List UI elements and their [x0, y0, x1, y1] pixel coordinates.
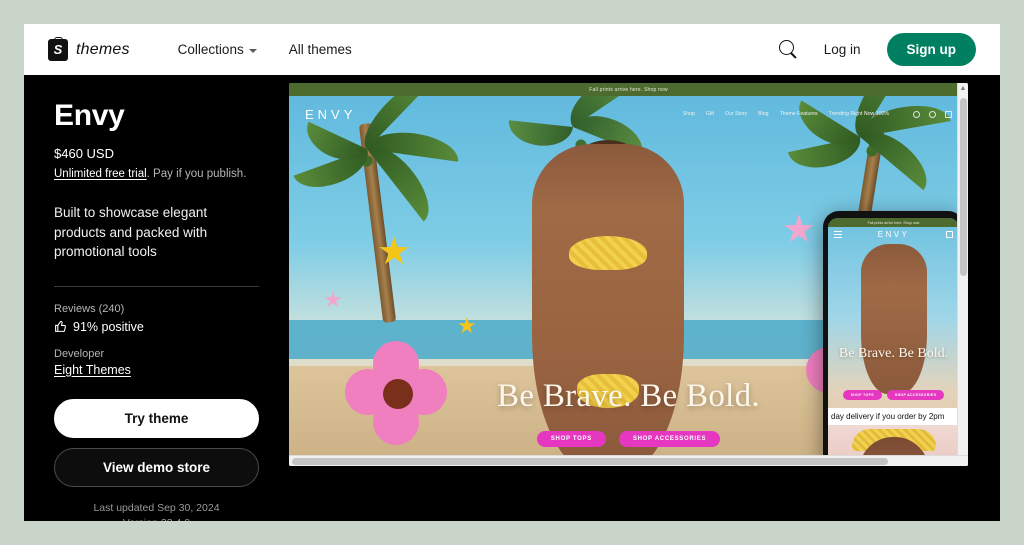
nav-item-all-themes[interactable]: All themes: [289, 42, 352, 57]
desktop-preview[interactable]: ★ ★ ★ ★ ★ Fall prints arrive here. Shop …: [289, 83, 968, 466]
nav-collections-label: Collections: [177, 42, 244, 57]
store-nav-links: Shop Gift Our Story Blog Theme Features …: [683, 110, 952, 118]
store-nav-item-theme-features[interactable]: Theme Features: [780, 111, 818, 117]
try-theme-button[interactable]: Try theme: [54, 398, 259, 438]
theme-tagline: Built to showcase elegant products and p…: [54, 205, 208, 260]
model-bikini-top: [569, 236, 648, 271]
browser-page: S themes Collections All themes Log in S…: [24, 24, 1000, 521]
store-nav-item-blog[interactable]: Blog: [758, 111, 768, 117]
header-actions: Log in Sign up: [778, 33, 976, 66]
star-decor-2: ★: [457, 313, 477, 338]
chevron-down-icon: [248, 48, 257, 53]
mobile-marquee-band: day delivery if you order by 2pm: [828, 408, 959, 425]
page-title: Envy: [54, 99, 125, 132]
shop-accessories-button[interactable]: SHOP ACCESSORIES: [618, 431, 721, 447]
site-header: S themes Collections All themes Log in S…: [24, 24, 1000, 75]
sidebar-divider: [54, 285, 259, 287]
star-decor-3: ★: [781, 209, 816, 251]
mobile-screen: Fall prints arrive here. Shop now ENVY B…: [828, 218, 959, 466]
trial-link[interactable]: Unlimited free trial: [54, 168, 147, 180]
login-link[interactable]: Log in: [824, 42, 861, 57]
store-nav-item-gift[interactable]: Gift: [706, 111, 714, 117]
mobile-hero-buttons: SHOP TOPS SHOP ACCESSORIES: [828, 390, 959, 400]
mobile-shop-tops-button[interactable]: SHOP TOPS: [842, 390, 882, 400]
search-icon[interactable]: [913, 110, 920, 118]
reviews-label[interactable]: Reviews (240): [54, 303, 259, 315]
preview-vertical-scrollbar[interactable]: ▲: [957, 83, 968, 466]
nav-item-collections[interactable]: Collections: [178, 42, 257, 57]
store-logo[interactable]: ENVY: [305, 107, 356, 122]
preview-horizontal-scrollbar[interactable]: [289, 455, 968, 466]
model-figure: [532, 144, 685, 466]
last-updated-text: Last updated Sep 30, 2024: [93, 501, 220, 514]
thumbs-up-icon: [55, 321, 66, 333]
search-icon[interactable]: [778, 40, 798, 59]
scroll-up-arrow[interactable]: ▲: [958, 83, 968, 95]
reviews-block: Reviews (240) 91% positive: [54, 303, 259, 334]
trial-rest: . Pay if you publish.: [146, 168, 247, 180]
announcement-text: Fall prints arrive here. Shop now: [589, 86, 668, 93]
rating-row: 91% positive: [54, 320, 259, 334]
shopify-bag-icon: S: [48, 36, 68, 61]
mobile-hero-heading: Be Brave. Be Bold.: [838, 346, 949, 361]
trial-note: Unlimited free trial. Pay if you publish…: [54, 168, 259, 180]
theme-footnote: Last updated Sep 30, 2024 Version 33.4.0: [54, 501, 259, 521]
shop-tops-button[interactable]: SHOP TOPS: [536, 431, 606, 447]
mobile-announcement-bar: Fall prints arrive here. Shop now: [828, 218, 959, 227]
version-text: Version 33.4.0: [54, 516, 259, 521]
cart-icon[interactable]: [945, 110, 952, 118]
theme-details-sidebar: Envy $460 USD Unlimited free trial. Pay …: [24, 75, 289, 521]
mobile-marquee-text: day delivery if you order by 2pm: [831, 412, 945, 421]
mobile-preview-mockup[interactable]: Fall prints arrive here. Shop now ENVY B…: [823, 211, 964, 466]
mobile-shop-accessories-button[interactable]: SHOP ACCESSORIES: [886, 390, 945, 400]
developer-label: Developer: [54, 347, 105, 360]
store-nav-item-shop[interactable]: Shop: [683, 111, 695, 117]
announcement-bar: Fall prints arrive here. Shop now: [289, 83, 968, 96]
view-demo-store-button[interactable]: View demo store: [54, 447, 259, 487]
developer-link[interactable]: Eight Themes: [54, 363, 259, 377]
main-nav: Collections All themes: [178, 42, 352, 57]
store-nav: ENVY Shop Gift Our Story Blog Theme Feat…: [289, 103, 968, 125]
developer-block: Developer Eight Themes: [54, 348, 259, 377]
mobile-nav: ENVY: [828, 227, 959, 242]
theme-preview-pane: ★ ★ ★ ★ ★ Fall prints arrive here. Shop …: [289, 75, 1000, 521]
page-content: Envy $460 USD Unlimited free trial. Pay …: [24, 75, 1000, 521]
mobile-model-figure: [860, 244, 927, 394]
theme-price: $460 USD: [54, 146, 114, 161]
nav-all-themes-label: All themes: [288, 42, 352, 57]
star-decor-5: ★: [323, 287, 343, 312]
rating-text: 91% positive: [73, 319, 144, 334]
signup-button[interactable]: Sign up: [886, 33, 976, 66]
horizontal-scroll-thumb[interactable]: [292, 458, 888, 465]
star-decor-1: ★: [377, 231, 412, 273]
shopify-themes-logo[interactable]: S themes: [48, 36, 130, 61]
store-nav-item-trending[interactable]: Trending Right Now 100%: [829, 111, 889, 117]
account-icon[interactable]: [929, 110, 936, 118]
store-nav-item-our-story[interactable]: Our Story: [725, 111, 747, 117]
mobile-store-logo: ENVY: [877, 230, 910, 239]
vertical-scroll-thumb[interactable]: [960, 98, 967, 276]
logo-wordmark: themes: [76, 40, 130, 58]
store-icon-group: [913, 110, 952, 118]
mobile-announcement-text: Fall prints arrive here. Shop now: [867, 220, 920, 225]
